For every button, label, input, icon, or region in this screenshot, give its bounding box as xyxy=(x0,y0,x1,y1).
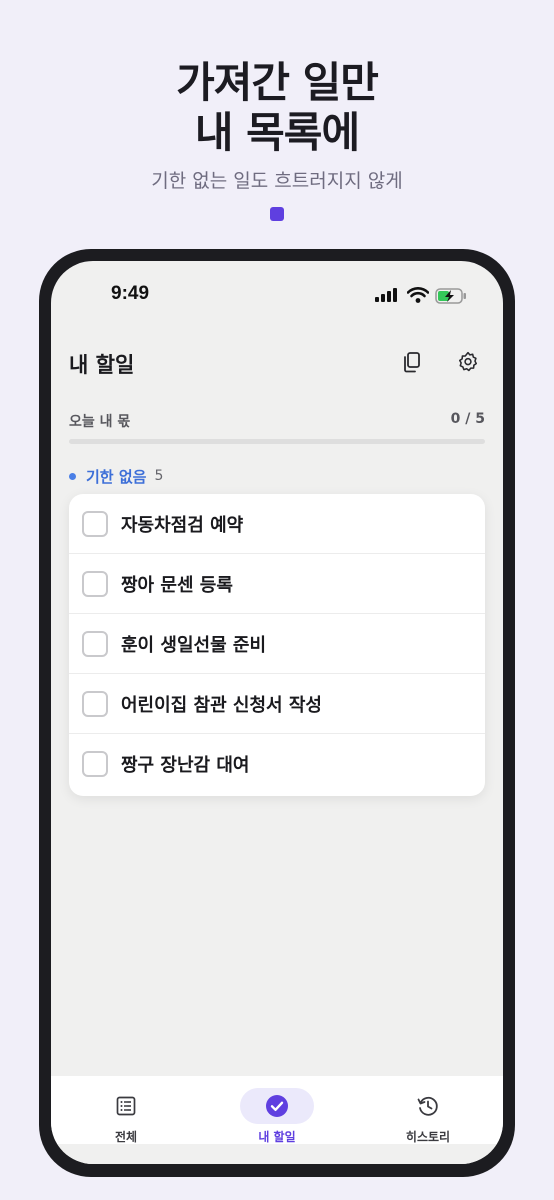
gear-icon xyxy=(458,351,478,372)
tab-history-label: 히스토리 xyxy=(405,1130,451,1144)
section-dot xyxy=(69,472,76,480)
daily-progress: 오늘 내 몫 0 / 5 xyxy=(69,411,485,431)
hero-title: 가져간 일만 내 목록에 xyxy=(0,58,554,158)
hero-subtitle: 기한 없는 일도 흐트러지지 않게 xyxy=(151,170,403,192)
tab-all-label: 전체 xyxy=(114,1130,138,1144)
hero: 가져간 일만 내 목록에 기한 없는 일도 흐트러지지 않게 xyxy=(0,58,554,221)
section-count: 5 xyxy=(154,468,164,484)
tab-my-tasks[interactable]: 내 할일 xyxy=(202,1076,352,1144)
battery-charging-icon xyxy=(435,288,466,304)
task-list: 자동차점검 예약 짱아 문센 등록 훈이 생일선물 준비 어린이집 참관 신청서… xyxy=(69,494,485,796)
task-label: 훈이 생일선물 준비 xyxy=(121,634,267,656)
task-item[interactable]: 짱구 장난감 대여 xyxy=(69,734,485,794)
progress-bar xyxy=(69,439,485,444)
settings-button[interactable] xyxy=(453,347,483,377)
task-checkbox[interactable] xyxy=(82,751,108,777)
app-header: 내 할일 xyxy=(69,347,485,379)
task-item[interactable]: 짱아 문센 등록 xyxy=(69,554,485,614)
hero-accent-dot xyxy=(270,207,284,221)
tab-history[interactable]: 히스토리 xyxy=(353,1076,503,1144)
cellular-signal-icon xyxy=(375,288,397,302)
status-bar: 9:49 xyxy=(51,283,503,307)
progress-label: 오늘 내 몫 xyxy=(69,414,131,430)
page-title: 내 할일 xyxy=(69,353,135,377)
phone-frame: 9:49 내 할일 오늘 내 몫 0 / 5 기한 없음 5 자동차점검 예약 … xyxy=(39,249,515,1177)
task-label: 자동차점검 예약 xyxy=(121,514,244,536)
task-checkbox[interactable] xyxy=(82,510,108,537)
copy-button[interactable] xyxy=(397,347,427,377)
task-label: 짱구 장난감 대여 xyxy=(121,755,250,776)
list-icon xyxy=(116,1096,136,1116)
wifi-icon xyxy=(407,287,429,303)
task-item[interactable]: 훈이 생일선물 준비 xyxy=(69,614,485,674)
hero-title-line1: 가져간 일만 xyxy=(176,58,379,107)
check-circle-icon xyxy=(266,1095,288,1117)
tab-my-tasks-label: 내 할일 xyxy=(258,1130,296,1144)
tab-my-tasks-icon-wrap xyxy=(240,1088,314,1124)
tab-all[interactable]: 전체 xyxy=(51,1076,201,1144)
task-item[interactable]: 자동차점검 예약 xyxy=(69,494,485,554)
home-indicator-area xyxy=(51,1144,503,1164)
bottom-tab-bar: 전체 내 할일 히스토리 xyxy=(51,1076,503,1144)
copy-icon xyxy=(404,352,420,373)
task-checkbox[interactable] xyxy=(82,690,108,717)
status-time: 9:49 xyxy=(111,283,150,304)
section-header-no-deadline: 기한 없음 5 xyxy=(69,466,163,486)
task-label: 어린이집 참관 신청서 작성 xyxy=(121,694,322,716)
progress-count: 0 / 5 xyxy=(450,411,485,427)
hero-title-line2: 내 목록에 xyxy=(194,108,360,157)
task-checkbox[interactable] xyxy=(82,570,108,597)
history-icon xyxy=(417,1096,438,1116)
task-checkbox[interactable] xyxy=(82,630,108,657)
task-label: 짱아 문센 등록 xyxy=(121,574,233,596)
task-item[interactable]: 어린이집 참관 신청서 작성 xyxy=(69,674,485,734)
phone-screen: 9:49 내 할일 오늘 내 몫 0 / 5 기한 없음 5 자동차점검 예약 … xyxy=(51,261,503,1164)
tab-history-icon-wrap xyxy=(391,1088,465,1124)
tab-all-icon-wrap xyxy=(89,1088,163,1124)
section-label: 기한 없음 xyxy=(86,467,147,486)
